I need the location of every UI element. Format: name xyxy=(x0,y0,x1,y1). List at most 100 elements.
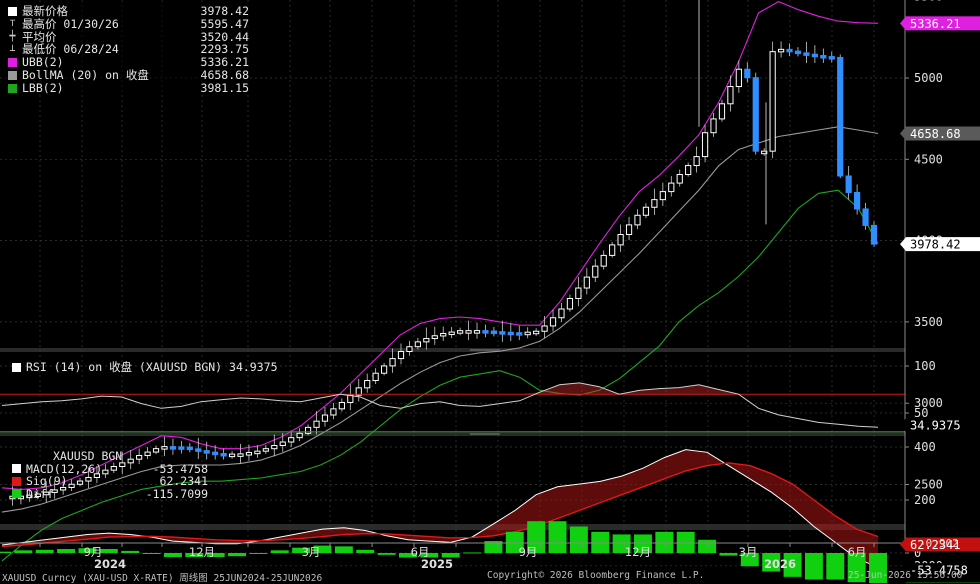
legend-row-bollma[interactable]: BollMA (20) on 收盘4658.68 xyxy=(3,69,249,82)
diff-bar xyxy=(121,551,139,553)
candle-down xyxy=(846,176,851,192)
y-axis: 5500500045004000350030002500200010050400… xyxy=(905,0,943,573)
rsi-tag-pointer xyxy=(900,418,906,432)
candle-up xyxy=(542,326,547,331)
diff-bar xyxy=(271,550,289,553)
x-year-label: 2025 xyxy=(421,557,453,571)
candle-down xyxy=(838,57,843,176)
candle-down xyxy=(170,447,175,450)
macd-legend-title-row: XAUUSD BGN xyxy=(7,450,208,463)
legend-row-high[interactable]: ⊤最高价 01/30/265595.47 xyxy=(3,18,249,31)
ubb-tag-pointer xyxy=(900,16,906,30)
legend-label: Sig(9) xyxy=(26,475,136,488)
candle-up xyxy=(669,183,674,192)
diff-bar xyxy=(228,553,246,556)
diff-bar xyxy=(14,550,32,553)
candle-up xyxy=(407,347,412,352)
candle-up xyxy=(331,409,336,415)
diff-bar xyxy=(378,553,396,555)
macd-legend-title: XAUUSD BGN xyxy=(53,450,122,463)
candle-up xyxy=(339,402,344,408)
candle-up xyxy=(322,415,327,421)
sig-tag-pointer xyxy=(900,538,906,552)
legend-label: 最低价 06/28/24 xyxy=(22,43,179,56)
x-month-label: 9月 xyxy=(519,545,538,559)
candle-up xyxy=(677,175,682,184)
candle-down xyxy=(829,57,834,60)
last-price-tag: 3978.42 xyxy=(900,237,980,252)
legend-label: LBB(2) xyxy=(22,82,179,95)
candle-down xyxy=(804,53,809,56)
panel-separator[interactable] xyxy=(0,432,905,436)
legend-row-lbb[interactable]: LBB(2)3981.15 xyxy=(3,82,249,95)
panel-separator[interactable] xyxy=(0,348,905,352)
candle-down xyxy=(213,452,218,455)
candle-up xyxy=(466,331,471,334)
y-tick-label: 3500 xyxy=(914,315,943,329)
diff-bar xyxy=(570,527,588,554)
gray-square-icon xyxy=(8,71,17,80)
diff-bar xyxy=(57,549,75,553)
candle-up xyxy=(550,318,555,326)
legend-label: 最新价格 xyxy=(22,5,179,18)
candle-up xyxy=(728,87,733,104)
candle-up xyxy=(778,49,783,52)
rsi-tag: 34.9375 xyxy=(900,418,980,433)
resize-handle[interactable] xyxy=(470,349,500,351)
rsi-legend: RSI (14) on 收盘 (XAUUSD BGN) 34.9375 xyxy=(7,361,278,374)
legend-value: 4658.68 xyxy=(179,69,249,82)
candle-up xyxy=(770,52,775,152)
candle-up xyxy=(474,331,479,334)
value-tags: 5336.214658.683978.4234.937562.2341-53.4… xyxy=(900,16,980,583)
candle-up xyxy=(280,442,285,445)
footer-timestamp: 25-Jun-2026 15:56:00 xyxy=(848,570,962,581)
y-tick-label: 5000 xyxy=(914,71,943,85)
diff-bar xyxy=(463,552,481,553)
diff-bar xyxy=(677,532,695,553)
resize-handle[interactable] xyxy=(470,433,500,435)
legend-row-diff[interactable]: Diff-115.7099 xyxy=(7,488,208,501)
legend-row-rsi[interactable]: RSI (14) on 收盘 (XAUUSD BGN) 34.9375 xyxy=(7,361,278,374)
avg-marker-icon: ┿ xyxy=(8,31,17,44)
candle-up xyxy=(272,445,277,448)
candle-up xyxy=(263,449,268,452)
candle-up xyxy=(652,200,657,208)
x-month-label: 3月 xyxy=(302,545,321,559)
rsi-panel[interactable] xyxy=(0,383,905,432)
candle-up xyxy=(559,309,564,318)
candle-up xyxy=(601,255,606,266)
rsi-overbought-fill xyxy=(2,383,878,394)
legend-row-last[interactable]: 最新价格3978.42 xyxy=(3,5,249,18)
panel-separator[interactable] xyxy=(0,524,905,530)
candle-up xyxy=(297,433,302,437)
candle-up xyxy=(289,438,294,442)
candle-up xyxy=(635,215,640,225)
x-month-label: 12月 xyxy=(189,545,215,559)
ubb-tag-text: 5336.21 xyxy=(910,17,961,31)
candle-down xyxy=(821,56,826,59)
candle-up xyxy=(449,332,454,335)
candle-down xyxy=(795,51,800,54)
x-month-label: 3月 xyxy=(739,545,758,559)
legend-value: -115.7099 xyxy=(136,488,208,501)
candle-up xyxy=(238,454,243,457)
y-tick-label: 200 xyxy=(914,493,936,507)
legend-value: 62.2341 xyxy=(136,475,208,488)
white-square-icon xyxy=(12,363,21,372)
candle-up xyxy=(246,453,251,456)
high-marker-icon: ⊤ xyxy=(8,18,17,31)
footer-ticker: XAUUSD Curncy (XAU-USD X-RATE) 周线图 25JUN… xyxy=(2,570,322,584)
white-square-icon xyxy=(12,464,21,473)
candle-down xyxy=(221,453,226,456)
candle-up xyxy=(398,352,403,359)
candle-up xyxy=(593,266,598,277)
bollma-tag-text: 4658.68 xyxy=(910,127,961,141)
x-year-label: 2024 xyxy=(94,557,126,571)
candle-up xyxy=(373,373,378,380)
legend-row-sig[interactable]: Sig(9)62.2341 xyxy=(7,475,208,488)
legend-value: 3981.15 xyxy=(179,82,249,95)
diff-bar xyxy=(698,540,716,553)
candle-up xyxy=(255,451,260,454)
x-month-label: 12月 xyxy=(625,545,651,559)
rsi-legend-label: RSI (14) on 收盘 (XAUUSD BGN) xyxy=(26,361,222,374)
